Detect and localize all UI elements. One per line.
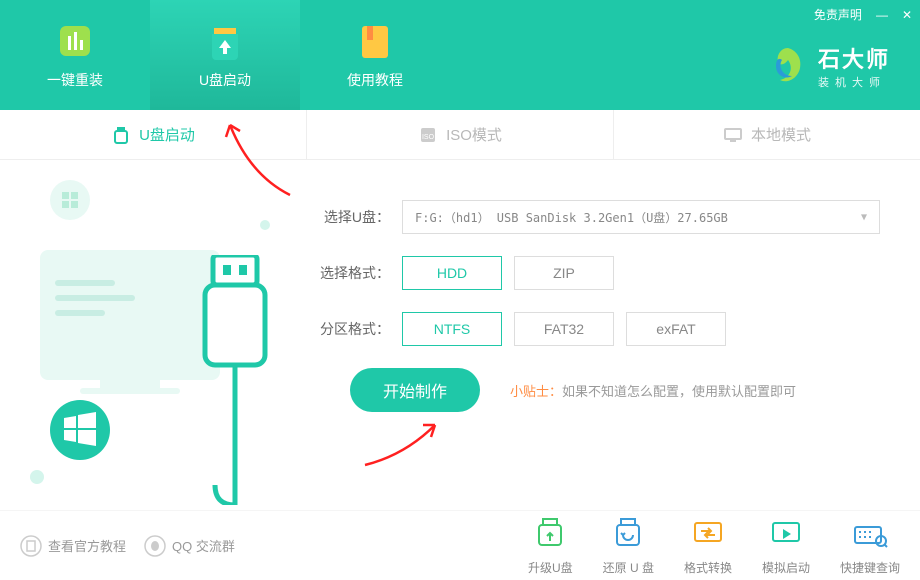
link-label: 查看官方教程 — [48, 536, 126, 555]
close-button[interactable]: ✕ — [902, 8, 912, 22]
row-partition: 分区格式： NTFS FAT32 exFAT — [310, 312, 880, 346]
disk-dropdown[interactable]: F:G:（hd1） USB SanDisk 3.2Gen1（U盘）27.65GB — [402, 200, 880, 234]
nav-reinstall[interactable]: 一键重装 — [0, 0, 150, 110]
tool-restore[interactable]: 还原 U 盘 — [603, 515, 654, 576]
illustration — [0, 160, 300, 510]
disk-label: 选择U盘： — [310, 207, 390, 227]
row-disk: 选择U盘： F:G:（hd1） USB SanDisk 3.2Gen1（U盘）2… — [310, 200, 880, 234]
tool-label: 升级U盘 — [528, 559, 573, 576]
row-format: 选择格式： HDD ZIP — [310, 256, 880, 290]
tip-text: 如果不知道怎么配置，使用默认配置即可 — [562, 384, 796, 399]
format-label: 选择格式： — [310, 263, 390, 283]
link-qq[interactable]: QQ 交流群 — [144, 535, 235, 557]
tool-keyboard[interactable]: 快捷键查询 — [840, 515, 900, 576]
form-area: 选择U盘： F:G:（hd1） USB SanDisk 3.2Gen1（U盘）2… — [300, 160, 920, 510]
nav-label: 一键重装 — [47, 70, 103, 90]
partition-label: 分区格式： — [310, 319, 390, 339]
bars-icon — [54, 20, 96, 62]
subtab-label: ISO模式 — [446, 124, 502, 145]
qq-icon — [144, 535, 166, 557]
nav-tutorial[interactable]: 使用教程 — [300, 0, 450, 110]
svg-text:ISO: ISO — [422, 134, 435, 141]
opt-exfat[interactable]: exFAT — [626, 312, 726, 346]
logo: 石大师 装机大师 — [768, 42, 890, 90]
upgrade-icon — [531, 515, 569, 553]
subtab-usb[interactable]: U盘启动 — [0, 110, 307, 159]
opt-zip[interactable]: ZIP — [514, 256, 614, 290]
main-content: 选择U盘： F:G:（hd1） USB SanDisk 3.2Gen1（U盘）2… — [0, 160, 920, 510]
nav-usb-boot[interactable]: U盘启动 — [150, 0, 300, 110]
subtabs: U盘启动 ISO ISO模式 本地模式 — [0, 110, 920, 160]
nav-label: 使用教程 — [347, 70, 403, 90]
link-label: QQ 交流群 — [172, 536, 235, 555]
book-icon — [354, 20, 396, 62]
action-row: 开始制作 小贴士：如果不知道怎么配置，使用默认配置即可 — [310, 368, 880, 412]
start-button[interactable]: 开始制作 — [350, 368, 480, 412]
tool-label: 快捷键查询 — [840, 559, 900, 576]
link-tutorial[interactable]: 查看官方教程 — [20, 535, 126, 557]
tool-convert[interactable]: 格式转换 — [684, 515, 732, 576]
monitor-icon — [723, 125, 743, 145]
tool-simulate[interactable]: 模拟启动 — [762, 515, 810, 576]
disclaimer-link[interactable]: 免责声明 — [814, 6, 862, 23]
logo-icon — [768, 46, 808, 86]
bottom-bar: 查看官方教程 QQ 交流群 升级U盘 还原 U 盘 格式转换 模拟启动 快捷键查… — [0, 510, 920, 580]
opt-fat32[interactable]: FAT32 — [514, 312, 614, 346]
subtab-iso[interactable]: ISO ISO模式 — [307, 110, 614, 159]
restore-icon — [609, 515, 647, 553]
iso-icon: ISO — [418, 125, 438, 145]
titlebar: 免责声明 — ✕ — [814, 6, 912, 23]
subtab-label: 本地模式 — [751, 124, 811, 145]
tip-label: 小贴士： — [510, 384, 562, 399]
nav-label: U盘启动 — [199, 70, 251, 90]
doc-icon — [20, 535, 42, 557]
tool-label: 还原 U 盘 — [603, 559, 654, 576]
tool-upgrade[interactable]: 升级U盘 — [528, 515, 573, 576]
opt-hdd[interactable]: HDD — [402, 256, 502, 290]
convert-icon — [689, 515, 727, 553]
header: 一键重装 U盘启动 使用教程 免责声明 — ✕ 石大师 装机大师 — [0, 0, 920, 110]
minimize-button[interactable]: — — [876, 8, 888, 22]
keyboard-icon — [851, 515, 889, 553]
logo-title: 石大师 — [818, 42, 890, 74]
logo-subtitle: 装机大师 — [818, 74, 886, 90]
usb-badge-icon — [204, 20, 246, 62]
tool-label: 模拟启动 — [762, 559, 810, 576]
simulate-icon — [767, 515, 805, 553]
tool-label: 格式转换 — [684, 559, 732, 576]
opt-ntfs[interactable]: NTFS — [402, 312, 502, 346]
subtab-label: U盘启动 — [139, 124, 195, 145]
tip: 小贴士：如果不知道怎么配置，使用默认配置即可 — [510, 381, 796, 400]
usb-icon — [111, 125, 131, 145]
subtab-local[interactable]: 本地模式 — [614, 110, 920, 159]
